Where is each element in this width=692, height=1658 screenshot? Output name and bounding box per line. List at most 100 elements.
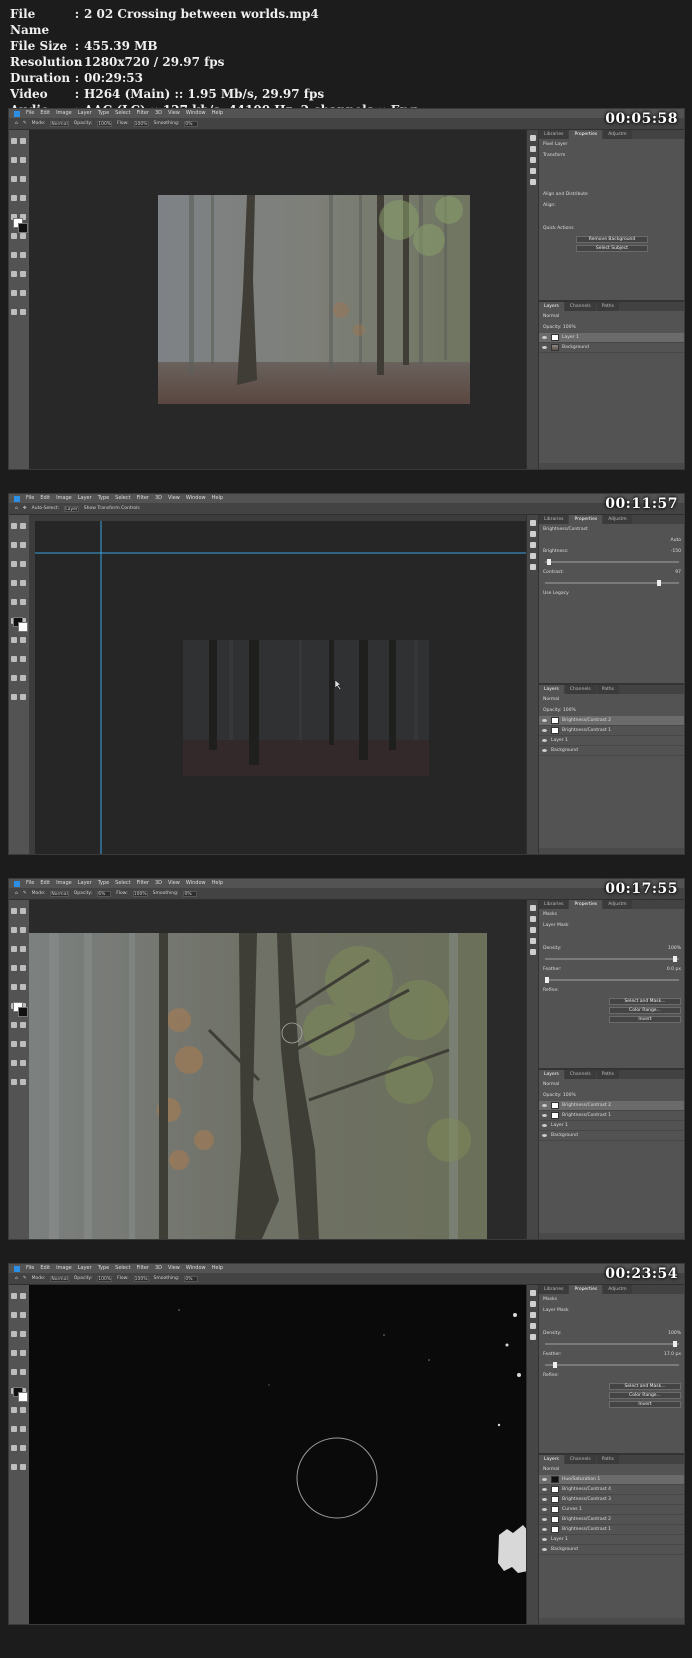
move-tool-icon[interactable]: [11, 1293, 17, 1299]
swatches-icon[interactable]: [530, 542, 536, 548]
tab-libraries[interactable]: Libraries: [539, 1285, 569, 1294]
menu-3d[interactable]: 3D: [155, 1264, 162, 1273]
type-tool-icon[interactable]: [20, 1041, 26, 1047]
history-brush-icon[interactable]: [20, 984, 26, 990]
menu-image[interactable]: Image: [56, 494, 72, 503]
pen-tool-icon[interactable]: [11, 271, 17, 277]
pen-tool-icon[interactable]: [11, 1426, 17, 1432]
quick-select-tool-icon[interactable]: [20, 1312, 26, 1318]
menu-view[interactable]: View: [168, 494, 180, 503]
menu-type[interactable]: Type: [98, 879, 109, 888]
feather-value[interactable]: 17.0 px: [664, 1352, 681, 1357]
tab-layers[interactable]: Layers: [539, 1070, 564, 1079]
menu-3d[interactable]: 3D: [155, 879, 162, 888]
menu-view[interactable]: View: [168, 879, 180, 888]
history-brush-icon[interactable]: [20, 1369, 26, 1375]
eyedropper-tool-icon[interactable]: [20, 1331, 26, 1337]
move-tool-icon[interactable]: [11, 523, 17, 529]
tab-adjustments[interactable]: Adjustm: [603, 130, 632, 139]
healing-tool-icon[interactable]: [11, 580, 17, 586]
path-select-icon[interactable]: [11, 290, 17, 296]
layer-row[interactable]: Brightness/Contrast 2: [539, 1101, 684, 1111]
color-icon[interactable]: [530, 531, 536, 537]
menu-file[interactable]: File: [26, 879, 34, 888]
layer-actions-bar[interactable]: [539, 463, 684, 469]
crop-tool-icon[interactable]: [11, 946, 17, 952]
menu-edit[interactable]: Edit: [40, 879, 50, 888]
tab-adjustments[interactable]: Adjustm: [603, 1285, 632, 1294]
menu-select[interactable]: Select: [115, 879, 130, 888]
layer-actions-bar[interactable]: [539, 1618, 684, 1624]
tab-properties[interactable]: Properties: [569, 130, 603, 139]
tab-paths[interactable]: Paths: [596, 302, 619, 311]
brush-tool-icon[interactable]: [20, 195, 26, 201]
move-tool-icon[interactable]: [11, 908, 17, 914]
menu-window[interactable]: Window: [186, 109, 206, 118]
menu-type[interactable]: Type: [98, 494, 109, 503]
menu-filter[interactable]: Filter: [137, 1264, 149, 1273]
menu-type[interactable]: Type: [98, 1264, 109, 1273]
quick-select-tool-icon[interactable]: [20, 157, 26, 163]
gradient-tool-icon[interactable]: [20, 233, 26, 239]
flow-input[interactable]: 100%: [132, 890, 148, 897]
menu-filter[interactable]: Filter: [137, 109, 149, 118]
menu-image[interactable]: Image: [56, 879, 72, 888]
background-color-swatch[interactable]: [18, 1392, 28, 1402]
slider-handle[interactable]: [673, 956, 677, 962]
visibility-eye-icon[interactable]: [542, 336, 547, 339]
tab-libraries[interactable]: Libraries: [539, 900, 569, 909]
visibility-eye-icon[interactable]: [542, 1114, 547, 1117]
layer-row[interactable]: Curves 1: [539, 1505, 684, 1515]
brush-tool-icon[interactable]: [20, 965, 26, 971]
tab-paths[interactable]: Paths: [596, 685, 619, 694]
layer-row[interactable]: Brightness/Contrast 2: [539, 716, 684, 726]
dodge-tool-icon[interactable]: [20, 637, 26, 643]
visibility-eye-icon[interactable]: [542, 1538, 547, 1541]
menu-file[interactable]: File: [26, 494, 34, 503]
shape-tool-icon[interactable]: [20, 290, 26, 296]
lasso-tool-icon[interactable]: [11, 157, 17, 163]
layer-row[interactable]: Background: [539, 1545, 684, 1555]
tab-paths[interactable]: Paths: [596, 1455, 619, 1464]
smoothing-input[interactable]: 0%: [184, 1275, 199, 1282]
dodge-tool-icon[interactable]: [20, 1407, 26, 1413]
opacity-input[interactable]: 100%: [97, 1275, 113, 1282]
document-canvas[interactable]: [29, 515, 528, 854]
show-transform-controls-checkbox[interactable]: Show Transform Controls: [84, 506, 140, 511]
stamp-tool-icon[interactable]: [11, 984, 17, 990]
menu-window[interactable]: Window: [186, 494, 206, 503]
hand-tool-icon[interactable]: [11, 694, 17, 700]
layer-row[interactable]: Brightness/Contrast 1: [539, 726, 684, 736]
blend-mode-select[interactable]: Normal: [539, 311, 684, 322]
use-legacy-checkbox[interactable]: Use Legacy: [539, 588, 684, 599]
layer-opacity[interactable]: Opacity: 100%: [539, 1090, 684, 1101]
shape-tool-icon[interactable]: [20, 1445, 26, 1451]
invert-button[interactable]: Invert: [609, 1016, 681, 1023]
dodge-tool-icon[interactable]: [20, 1022, 26, 1028]
menu-layer[interactable]: Layer: [78, 109, 92, 118]
document-canvas[interactable]: [29, 130, 528, 469]
swatches-icon[interactable]: [530, 927, 536, 933]
visibility-eye-icon[interactable]: [542, 729, 547, 732]
home-icon[interactable]: ⌂: [15, 121, 18, 126]
visibility-eye-icon[interactable]: [542, 749, 547, 752]
visibility-eye-icon[interactable]: [542, 1518, 547, 1521]
clone-source-icon[interactable]: [530, 949, 536, 955]
feather-slider[interactable]: [545, 977, 679, 983]
menu-help[interactable]: Help: [212, 494, 223, 503]
contrast-value[interactable]: 97: [675, 570, 681, 575]
layer-row[interactable]: Background: [539, 746, 684, 756]
auto-select-target[interactable]: Layer: [64, 505, 79, 512]
lasso-tool-icon[interactable]: [11, 542, 17, 548]
brushes-icon[interactable]: [530, 553, 536, 559]
zoom-tool-icon[interactable]: [20, 1464, 26, 1470]
crop-tool-icon[interactable]: [11, 1331, 17, 1337]
document-canvas[interactable]: [29, 900, 528, 1239]
smoothing-input[interactable]: 0%: [184, 120, 199, 127]
path-select-icon[interactable]: [11, 1060, 17, 1066]
background-color-swatch[interactable]: [18, 1007, 28, 1017]
tab-adjustments[interactable]: Adjustm: [603, 515, 632, 524]
visibility-eye-icon[interactable]: [542, 1548, 547, 1551]
layer-actions-bar[interactable]: [539, 848, 684, 854]
menu-help[interactable]: Help: [212, 879, 223, 888]
